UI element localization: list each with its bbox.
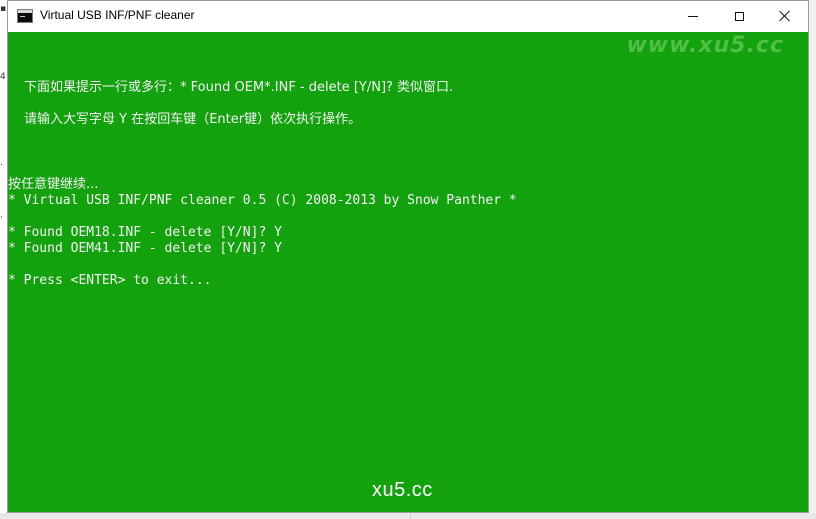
minimize-icon: [688, 15, 698, 17]
background-status-strip: [0, 513, 816, 519]
console-line-exit-prompt: * Press <ENTER> to exit...: [8, 273, 212, 288]
background-fragment-mark: .: [0, 158, 3, 168]
console-line-instruction-1: 下面如果提示一行或多行：* Found OEM*.INF - delete [Y…: [24, 80, 454, 95]
background-fragment-mark: ·: [0, 213, 3, 223]
background-fragment-mark: ▪: [0, 4, 7, 14]
background-status-divider: [410, 513, 411, 519]
close-icon: [779, 10, 791, 22]
console-window[interactable]: Virtual USB INF/PNF cleaner www.xu5.cc 下…: [7, 0, 809, 513]
watermark-bottom: xu5.cc: [372, 479, 433, 501]
console-line-found-1: * Found OEM18.INF - delete [Y/N]? Y: [8, 225, 282, 240]
window-title: Virtual USB INF/PNF cleaner: [40, 8, 195, 22]
console-line-found-2: * Found OEM41.INF - delete [Y/N]? Y: [8, 241, 282, 256]
console-app-icon: [17, 9, 33, 23]
console-line-press-any-key: 按任意键继续...: [8, 177, 99, 192]
console-output[interactable]: www.xu5.cc 下面如果提示一行或多行：* Found OEM*.INF …: [8, 32, 808, 512]
console-line-instruction-2: 请输入大写字母 Y 在按回车键（Enter键）依次执行操作。: [24, 112, 362, 127]
title-bar[interactable]: Virtual USB INF/PNF cleaner: [8, 1, 808, 32]
maximize-icon: [734, 11, 744, 21]
console-line-banner: * Virtual USB INF/PNF cleaner 0.5 (C) 20…: [8, 193, 517, 208]
close-button[interactable]: [762, 1, 808, 31]
minimize-button[interactable]: [670, 1, 716, 31]
maximize-button[interactable]: [716, 1, 762, 31]
background-fragment-mark: 4: [0, 72, 6, 82]
watermark-top: www.xu5.cc: [626, 33, 784, 58]
